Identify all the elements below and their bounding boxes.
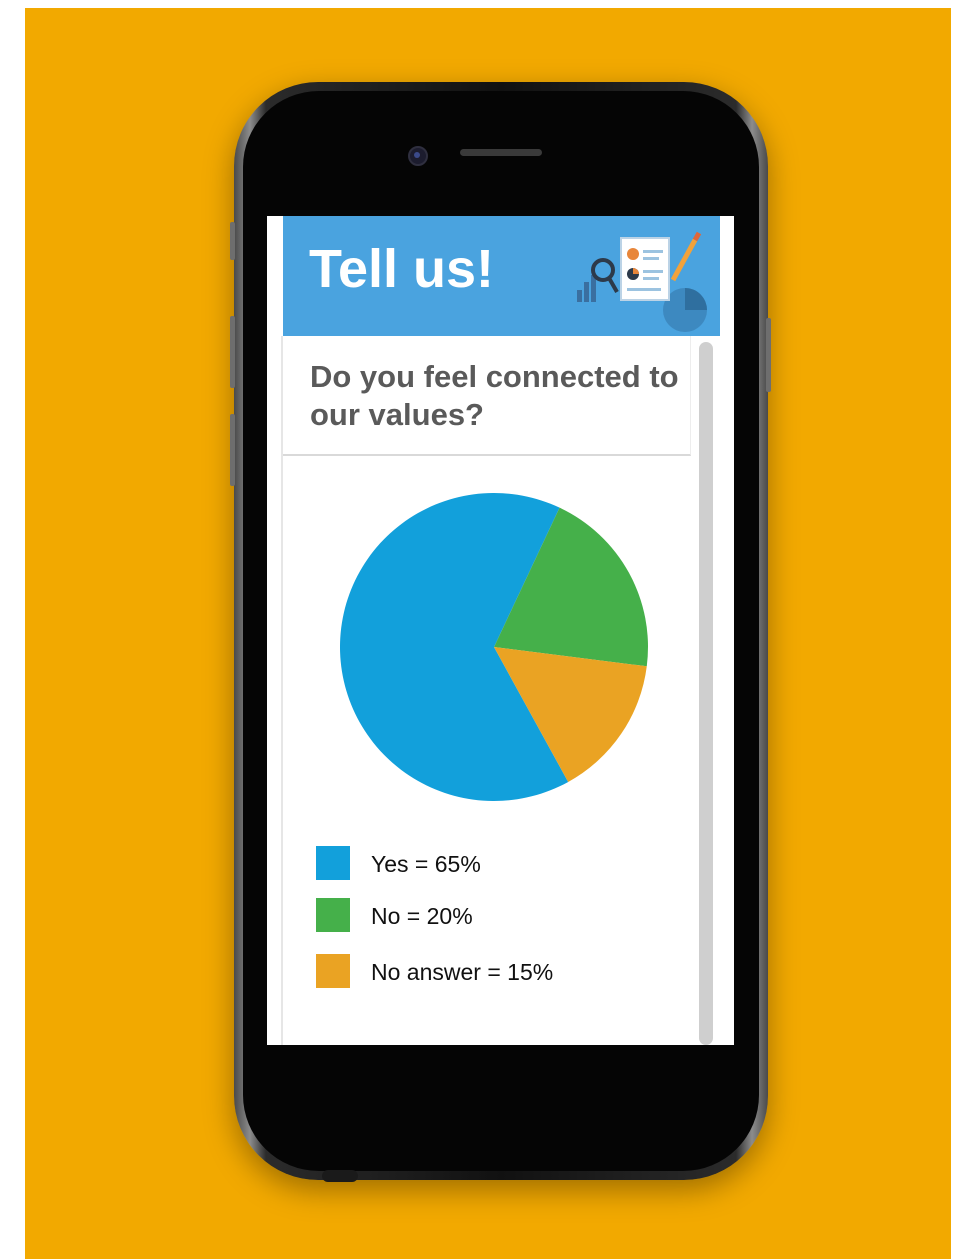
phone-screen: Tell us! Do you feel connected to our va… (267, 216, 734, 1045)
bottom-edge-detail (322, 1170, 358, 1182)
question-card: Do you feel connected to our values? (283, 336, 691, 456)
pie-chart (340, 492, 648, 801)
front-camera (408, 146, 428, 166)
legend-item-yes: Yes = 65% (316, 846, 616, 880)
legend-label: No = 20% (371, 903, 473, 929)
app-header: Tell us! (283, 216, 720, 336)
volume-down-button (230, 414, 235, 486)
legend-label: No answer = 15% (371, 959, 554, 985)
scrollbar[interactable] (699, 342, 713, 1045)
earpiece-speaker (460, 149, 542, 156)
legend-swatch (316, 954, 350, 988)
survey-report-icon (577, 231, 707, 332)
legend-label: Yes = 65% (371, 851, 481, 877)
mute-switch (230, 222, 235, 260)
legend-item-no-answer: No answer = 15% (316, 954, 616, 988)
volume-up-button (230, 316, 235, 388)
question-text: Do you feel connected to our values? (310, 359, 679, 432)
legend-swatch (316, 898, 350, 932)
legend-item-no: No = 20% (316, 898, 616, 932)
app-title: Tell us! (309, 239, 495, 299)
power-button (766, 318, 771, 392)
legend-swatch (316, 846, 350, 880)
